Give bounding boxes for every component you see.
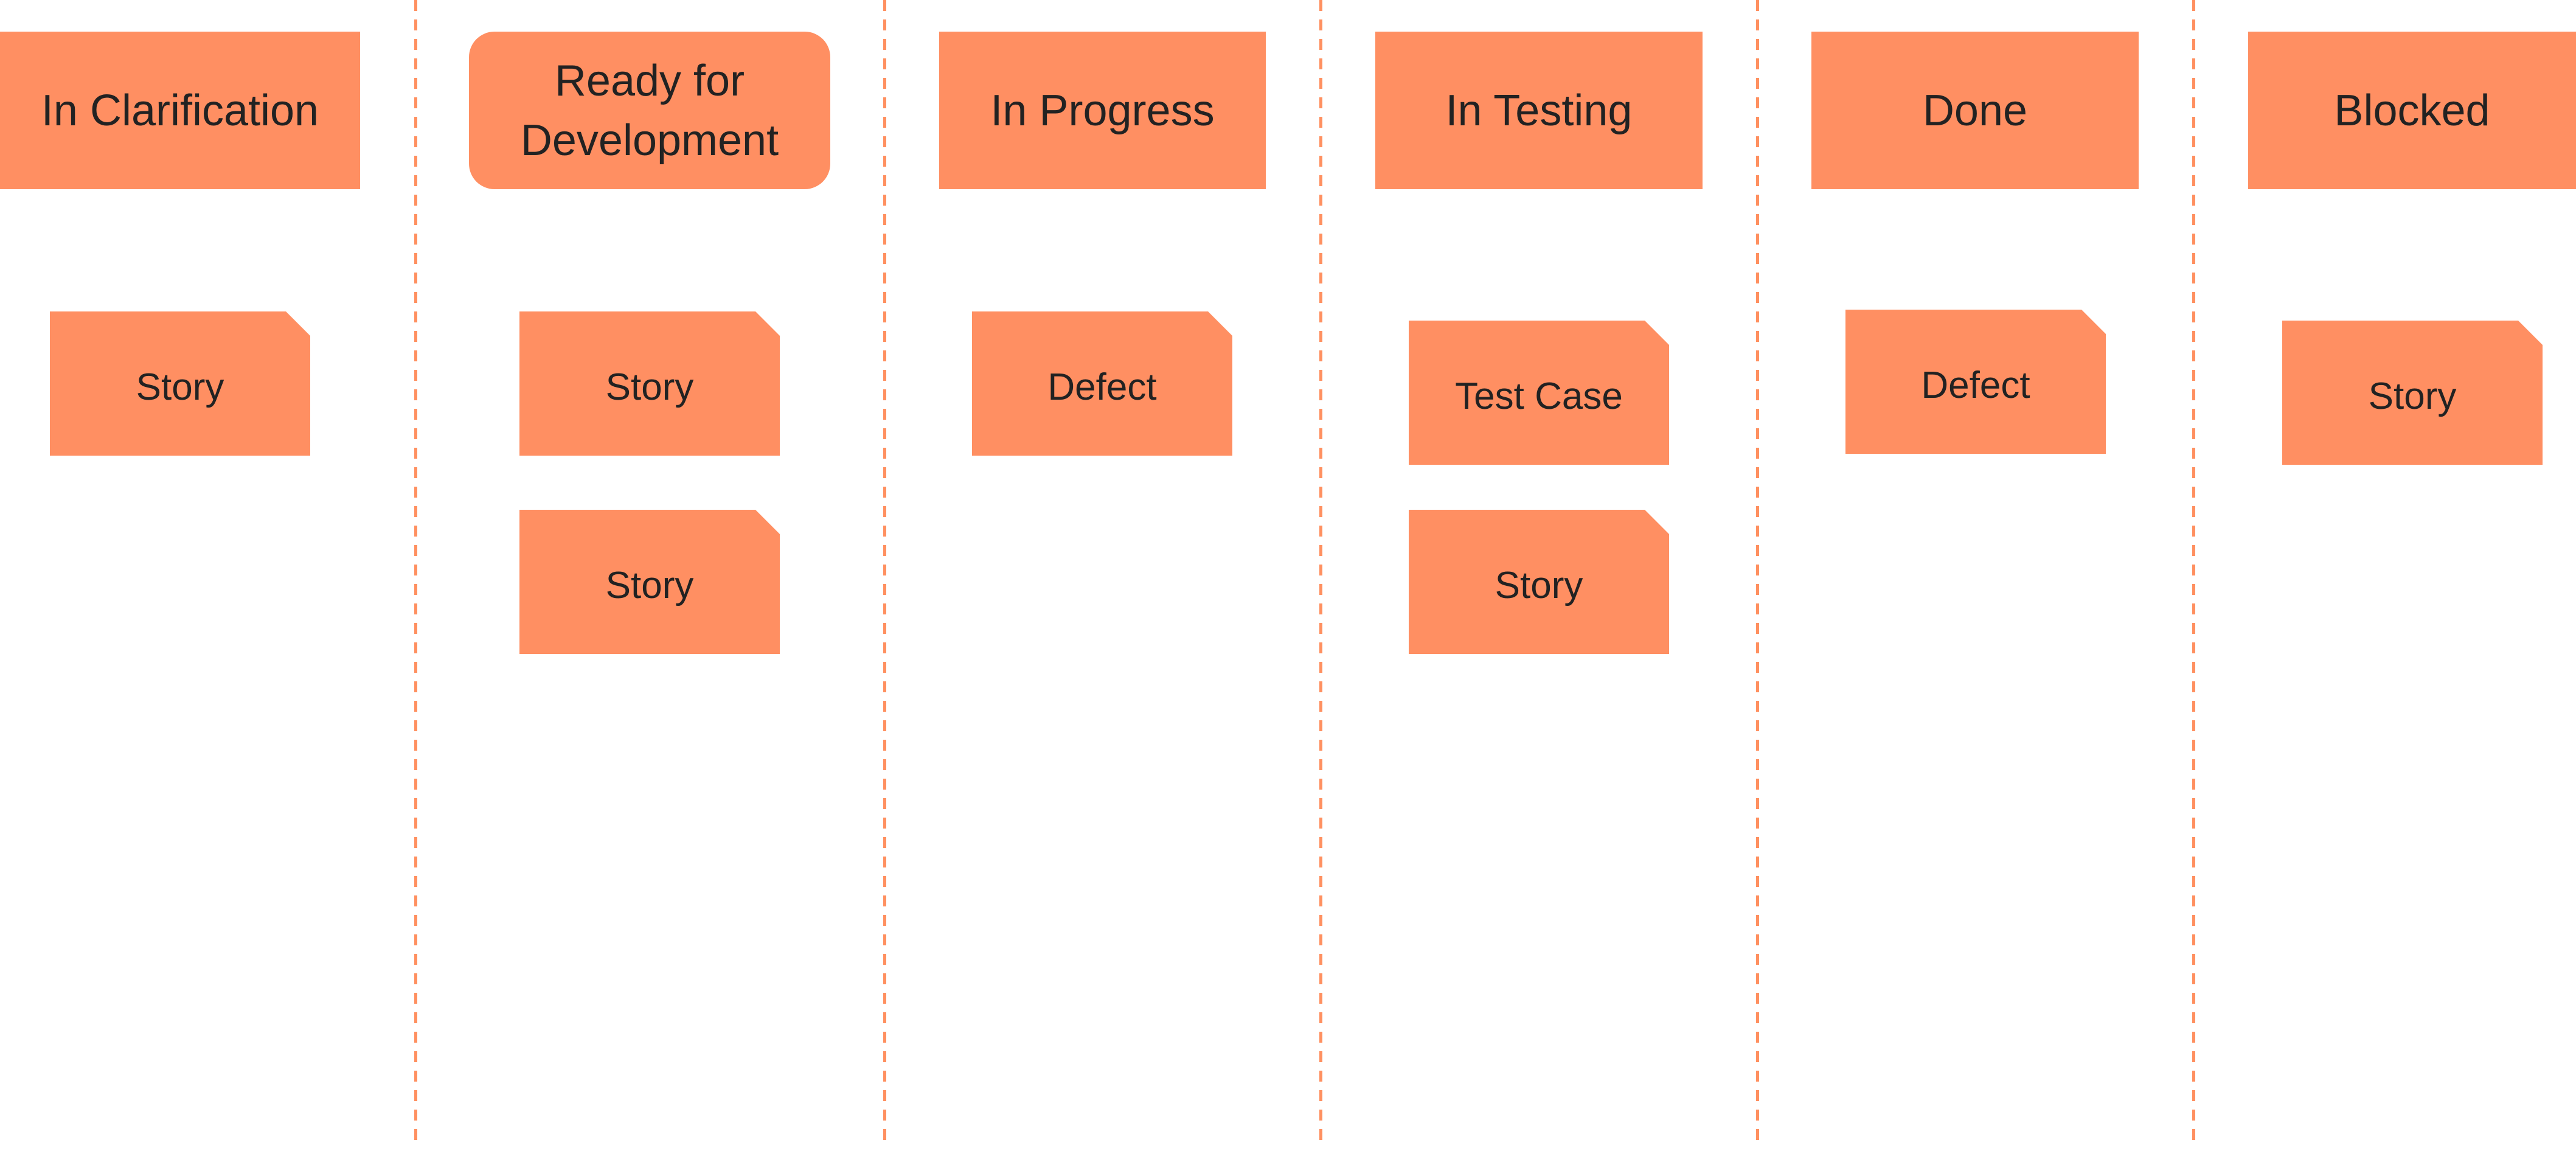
column-header-in-clarification[interactable]: In Clarification bbox=[0, 32, 360, 189]
card-story[interactable]: Story bbox=[50, 311, 310, 456]
card-story[interactable]: Story bbox=[2282, 321, 2543, 465]
card-label: Story bbox=[605, 565, 694, 607]
card-defect[interactable]: Defect bbox=[972, 311, 1232, 456]
column-header-label: In Clarification bbox=[41, 86, 319, 135]
column-divider bbox=[414, 0, 417, 1144]
card-label: Test Case bbox=[1455, 375, 1623, 417]
column-header-in-progress[interactable]: In Progress bbox=[939, 32, 1266, 189]
column-header-label: In Progress bbox=[990, 86, 1215, 135]
column-divider bbox=[883, 0, 886, 1144]
card-test-case[interactable]: Test Case bbox=[1409, 321, 1669, 465]
card-label: Story bbox=[136, 366, 224, 408]
column-header-ready-for-development[interactable]: Ready for Development bbox=[469, 32, 830, 189]
card-defect[interactable]: Defect bbox=[1845, 310, 2106, 454]
column-divider bbox=[1319, 0, 1322, 1144]
column-header-label: In Testing bbox=[1445, 86, 1633, 135]
card-story[interactable]: Story bbox=[519, 510, 780, 654]
column-header-blocked[interactable]: Blocked bbox=[2248, 32, 2576, 189]
card-story[interactable]: Story bbox=[519, 311, 780, 456]
column-header-label: Done bbox=[1922, 86, 2028, 135]
card-label: Story bbox=[1495, 565, 1583, 607]
column-header-done[interactable]: Done bbox=[1811, 32, 2139, 189]
column-divider bbox=[1756, 0, 1759, 1144]
column-header-in-testing[interactable]: In Testing bbox=[1375, 32, 1703, 189]
card-label: Defect bbox=[1921, 364, 2030, 406]
kanban-board: In Clarification Ready for Development I… bbox=[0, 0, 2576, 1154]
column-header-label: Ready for Development bbox=[520, 56, 779, 165]
card-label: Story bbox=[2368, 375, 2457, 417]
card-story[interactable]: Story bbox=[1409, 510, 1669, 654]
column-header-label: Blocked bbox=[2334, 86, 2490, 135]
card-label: Defect bbox=[1047, 366, 1157, 408]
column-divider bbox=[2192, 0, 2195, 1144]
card-label: Story bbox=[605, 366, 694, 408]
